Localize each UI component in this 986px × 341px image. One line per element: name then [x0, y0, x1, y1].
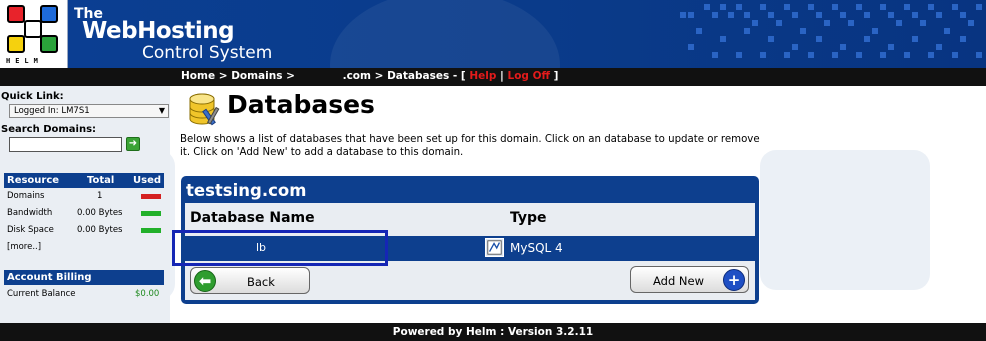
database-icon	[189, 93, 220, 126]
brand-name: WebHosting	[82, 18, 235, 44]
resource-name: Domains	[7, 191, 45, 201]
breadcrumb: Home > Domains > .com > Databases - [ He…	[181, 70, 559, 82]
add-new-button[interactable]: Add New +	[630, 266, 749, 293]
breadcrumb-domains[interactable]: Domains	[231, 70, 282, 82]
column-header-name: Database Name	[190, 210, 315, 226]
add-new-button-label: Add New	[653, 274, 705, 288]
logoff-link[interactable]: Log Off	[508, 70, 551, 82]
logo-yellow-square	[7, 35, 25, 53]
search-go-arrow-icon[interactable]: ➜	[126, 137, 140, 151]
sidebar: Quick Link: Logged In: LM7S1 ▼ Search Do…	[0, 86, 170, 323]
billing-header: Account Billing	[4, 270, 164, 285]
logo-red-square	[7, 5, 25, 23]
helm-logo[interactable]: HELM	[0, 0, 68, 68]
breadcrumb-separator: >	[282, 70, 299, 82]
brand-subtitle: Control System	[142, 43, 273, 63]
page-description: Below shows a list of databases that hav…	[180, 134, 760, 158]
quick-link-select[interactable]: Logged In: LM7S1 ▼	[9, 104, 169, 118]
column-header-type: Type	[510, 210, 547, 226]
page-title: Databases	[227, 90, 375, 119]
breadcrumb-home[interactable]: Home	[181, 70, 215, 82]
usage-bar	[141, 211, 161, 216]
resource-row: Bandwidth 0.00 Bytes	[7, 208, 162, 222]
logo-green-square	[40, 35, 58, 53]
balance-row: Current Balance $0.00	[7, 289, 162, 303]
usage-bar	[141, 194, 161, 199]
quick-link-value: Logged In: LM7S1	[14, 106, 90, 116]
back-button-label: Back	[247, 275, 275, 289]
resource-name: Disk Space	[7, 225, 54, 235]
logo-blue-square	[40, 5, 58, 23]
resource-total: 1	[97, 191, 103, 201]
app-header: HELM The WebHosting Control System	[0, 0, 986, 68]
header-pixel-pattern	[680, 4, 982, 58]
quick-link-label: Quick Link:	[1, 91, 64, 102]
database-type-cell: MySQL 4	[510, 241, 563, 255]
database-type-icon	[485, 238, 504, 257]
usage-bar	[141, 228, 161, 233]
breadcrumb-databases: Databases	[387, 70, 450, 82]
footer: Powered by Helm : Version 3.2.11	[0, 323, 986, 341]
logo-white-square	[24, 20, 42, 38]
resource-total: 0.00 Bytes	[77, 225, 123, 235]
resource-name: Bandwidth	[7, 208, 53, 218]
background-watermark	[760, 150, 930, 290]
help-link[interactable]: Help	[469, 70, 496, 82]
search-domains-input[interactable]	[9, 137, 122, 152]
breadcrumb-bracket: ]	[550, 70, 559, 82]
more-link-label: [more..]	[7, 242, 42, 252]
balance-value: $0.00	[135, 289, 160, 299]
selection-highlight	[172, 230, 388, 266]
breadcrumb-separator: >	[370, 70, 388, 82]
resource-row: Domains 1	[7, 191, 162, 205]
back-arrow-icon: ⬅	[194, 270, 216, 292]
breadcrumb-bar: Home > Domains > .com > Databases - [ He…	[0, 68, 986, 86]
chevron-down-icon: ▼	[158, 106, 165, 115]
total-col-label: Total	[87, 175, 115, 186]
domain-name: testsing.com	[186, 181, 307, 200]
breadcrumb-domain[interactable]: .com	[343, 70, 371, 82]
back-button[interactable]: ⬅ Back	[190, 267, 310, 294]
used-col-label: Used	[133, 175, 162, 186]
search-domains-label: Search Domains:	[1, 124, 97, 135]
logo-text: HELM	[6, 57, 43, 65]
breadcrumb-separator: >	[215, 70, 232, 82]
resource-row: Disk Space 0.00 Bytes	[7, 225, 162, 239]
resource-total: 0.00 Bytes	[77, 208, 123, 218]
breadcrumb-pipe: |	[496, 70, 508, 82]
resource-header: Resource Total Used	[4, 173, 164, 188]
more-resources-link[interactable]: [more..]	[7, 242, 162, 256]
resource-col-label: Resource	[7, 175, 60, 186]
breadcrumb-bracket: - [	[449, 70, 470, 82]
balance-label: Current Balance	[7, 289, 76, 299]
plus-icon: +	[723, 269, 745, 291]
